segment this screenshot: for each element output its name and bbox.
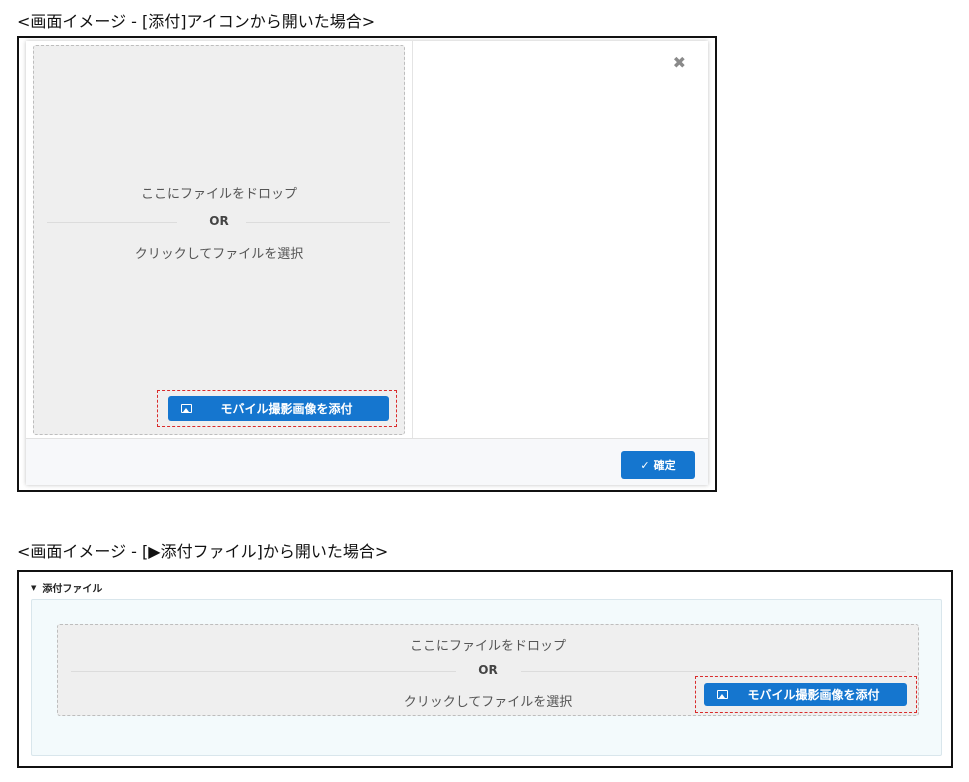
caption-attach-icon: <画面イメージ - [添付]アイコンから開いた場合> (17, 12, 376, 31)
click-to-select-text[interactable]: クリックしてファイルを選択 (34, 243, 404, 262)
or-divider-right (246, 222, 390, 223)
check-icon: ✓ (640, 458, 650, 472)
image-icon (181, 404, 192, 413)
file-dropzone[interactable]: ここにファイルをドロップ OR クリックしてファイルを選択 モバイル撮影画像を添… (57, 624, 919, 716)
or-text: OR (478, 663, 498, 677)
caret-down-icon: ▼ (31, 583, 37, 592)
screenshot-attach-icon-modal: ここにファイルをドロップ OR クリックしてファイルを選択 モバイル撮影画像を添… (17, 36, 717, 492)
screenshot-attach-section: ▼ 添付ファイル ここにファイルをドロップ OR クリックしてファイルを選択 モ… (17, 570, 953, 768)
file-dropzone[interactable]: ここにファイルをドロップ OR クリックしてファイルを選択 モバイル撮影画像を添… (33, 45, 405, 435)
drop-text: ここにファイルをドロップ (140, 187, 297, 202)
close-icon[interactable]: ✖ (673, 53, 686, 72)
attachment-section-toggle[interactable]: ▼ 添付ファイル (31, 580, 103, 596)
attach-mobile-image-button[interactable]: モバイル撮影画像を添付 (168, 396, 389, 421)
upload-modal: ここにファイルをドロップ OR クリックしてファイルを選択 モバイル撮影画像を添… (26, 41, 708, 485)
confirm-label: 確定 (653, 459, 676, 472)
caption-attach-section: <画面イメージ - [▶添付ファイル]から開いた場合> (17, 542, 389, 561)
image-icon (717, 690, 728, 699)
drop-text: ここにファイルをドロップ (409, 639, 566, 654)
or-text: OR (209, 214, 229, 228)
panel-divider (412, 41, 413, 438)
attachment-section-title: 添付ファイル (42, 584, 103, 595)
attach-mobile-image-label: モバイル撮影画像を添付 (747, 688, 880, 702)
attach-mobile-image-button[interactable]: モバイル撮影画像を添付 (704, 683, 907, 706)
modal-footer: ✓ 確定 (26, 438, 708, 485)
attachment-section-body: ここにファイルをドロップ OR クリックしてファイルを選択 モバイル撮影画像を添… (31, 599, 942, 756)
attach-mobile-image-label: モバイル撮影画像を添付 (220, 402, 353, 416)
confirm-button[interactable]: ✓ 確定 (621, 451, 695, 479)
or-divider-right (521, 671, 906, 672)
